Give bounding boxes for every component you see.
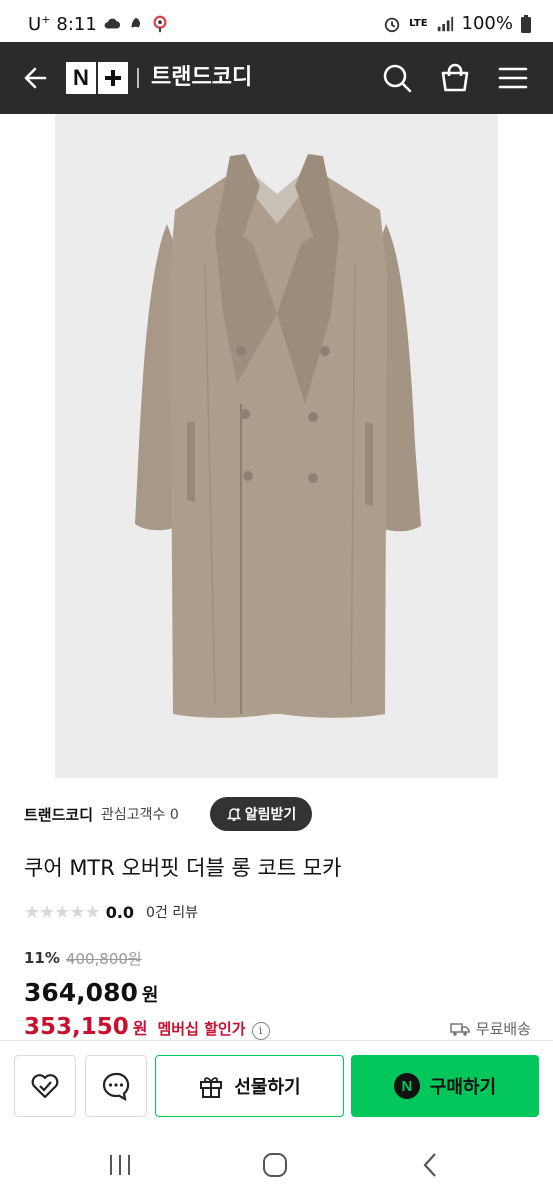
buy-button[interactable]: N 구매하기 bbox=[351, 1055, 539, 1117]
gift-button-label: 선물하기 bbox=[234, 1077, 301, 1098]
weather-icon bbox=[131, 17, 140, 28]
recent-apps-icon[interactable] bbox=[105, 1150, 135, 1180]
membership-label: 멤버십 할인가 bbox=[157, 1020, 246, 1038]
shipping-info: 무료배송 bbox=[450, 1018, 531, 1039]
battery-icon bbox=[521, 14, 531, 33]
signal-icon bbox=[437, 16, 453, 31]
header-store-name[interactable]: 트랜드코디 bbox=[151, 62, 252, 94]
app-header: N 트랜드코디 bbox=[0, 42, 553, 114]
review-count[interactable]: 0건 리뷰 bbox=[146, 902, 198, 922]
status-right: LTE 100% bbox=[383, 13, 531, 34]
shipping-label: 무료배송 bbox=[475, 1020, 531, 1038]
network-type: LTE bbox=[409, 17, 428, 29]
logo-n: N bbox=[66, 62, 96, 94]
search-icon[interactable] bbox=[381, 62, 413, 94]
gift-icon bbox=[200, 1077, 223, 1098]
discount-row: 11% 400,800원 bbox=[24, 947, 142, 969]
naver-plus-logo[interactable]: N bbox=[66, 62, 128, 94]
coat-image bbox=[135, 154, 421, 718]
star-rating-icon: ★★★★★ bbox=[24, 901, 101, 923]
carrier: U+ bbox=[28, 13, 51, 35]
sale-price-unit: 원 bbox=[141, 985, 159, 1006]
shopping-bag-icon[interactable] bbox=[439, 62, 471, 94]
product-image-area[interactable] bbox=[0, 114, 553, 778]
heart-check-icon bbox=[31, 1074, 59, 1099]
back-arrow-icon[interactable] bbox=[20, 64, 48, 92]
membership-price-unit: 원 bbox=[132, 1019, 148, 1038]
follower-count: 관심고객수 0 bbox=[101, 807, 179, 823]
membership-price-row: 353,150 원 멤버십 할인가 i bbox=[24, 1014, 270, 1042]
gift-button[interactable]: 선물하기 bbox=[155, 1055, 344, 1117]
alarm-button-label: 알림받기 bbox=[244, 807, 297, 823]
sale-price-row: 364,080 원 bbox=[24, 978, 158, 1007]
notification-subscribe-button[interactable]: 알림받기 bbox=[210, 797, 312, 831]
back-nav-icon[interactable] bbox=[416, 1150, 446, 1180]
info-icon[interactable]: i bbox=[251, 1022, 270, 1040]
membership-price: 353,150 bbox=[24, 1014, 129, 1040]
store-info-row: 트랜드코디 관심고객수 0 bbox=[24, 796, 179, 832]
battery-percent: 100% bbox=[461, 13, 513, 34]
location-icon bbox=[153, 15, 167, 33]
cloud-icon bbox=[104, 18, 120, 29]
naver-pay-icon: N bbox=[393, 1073, 420, 1099]
home-icon[interactable] bbox=[260, 1150, 290, 1180]
wishlist-button[interactable] bbox=[14, 1055, 76, 1117]
system-nav-bar bbox=[0, 1130, 553, 1200]
bell-plus-icon bbox=[226, 808, 242, 821]
header-divider bbox=[137, 68, 139, 88]
menu-icon[interactable] bbox=[497, 62, 529, 94]
rating-score: 0.0 bbox=[105, 902, 135, 922]
purchase-action-bar: 선물하기 N 구매하기 bbox=[0, 1040, 553, 1130]
alarm-clock-icon bbox=[384, 17, 400, 32]
clock: 8:11 bbox=[56, 13, 97, 35]
rating-row[interactable]: ★★★★★ 0.0 0건 리뷰 bbox=[24, 900, 198, 924]
sale-price: 364,080 bbox=[24, 978, 138, 1007]
plus-icon bbox=[98, 62, 128, 94]
store-name[interactable]: 트랜드코디 bbox=[24, 804, 93, 825]
original-price: 400,800원 bbox=[65, 949, 142, 968]
discount-percent: 11% bbox=[24, 949, 60, 967]
buy-button-label: 구매하기 bbox=[429, 1077, 497, 1098]
product-title: 쿠어 MTR 오버핏 더블 롱 코트 모카 bbox=[24, 856, 342, 880]
talk-inquiry-button[interactable] bbox=[85, 1055, 147, 1117]
status-bar: U+ 8:11 LTE 100% bbox=[0, 0, 553, 42]
chat-bubble-icon bbox=[102, 1072, 130, 1102]
status-left: U+ 8:11 bbox=[28, 13, 169, 35]
truck-icon bbox=[450, 1022, 470, 1036]
